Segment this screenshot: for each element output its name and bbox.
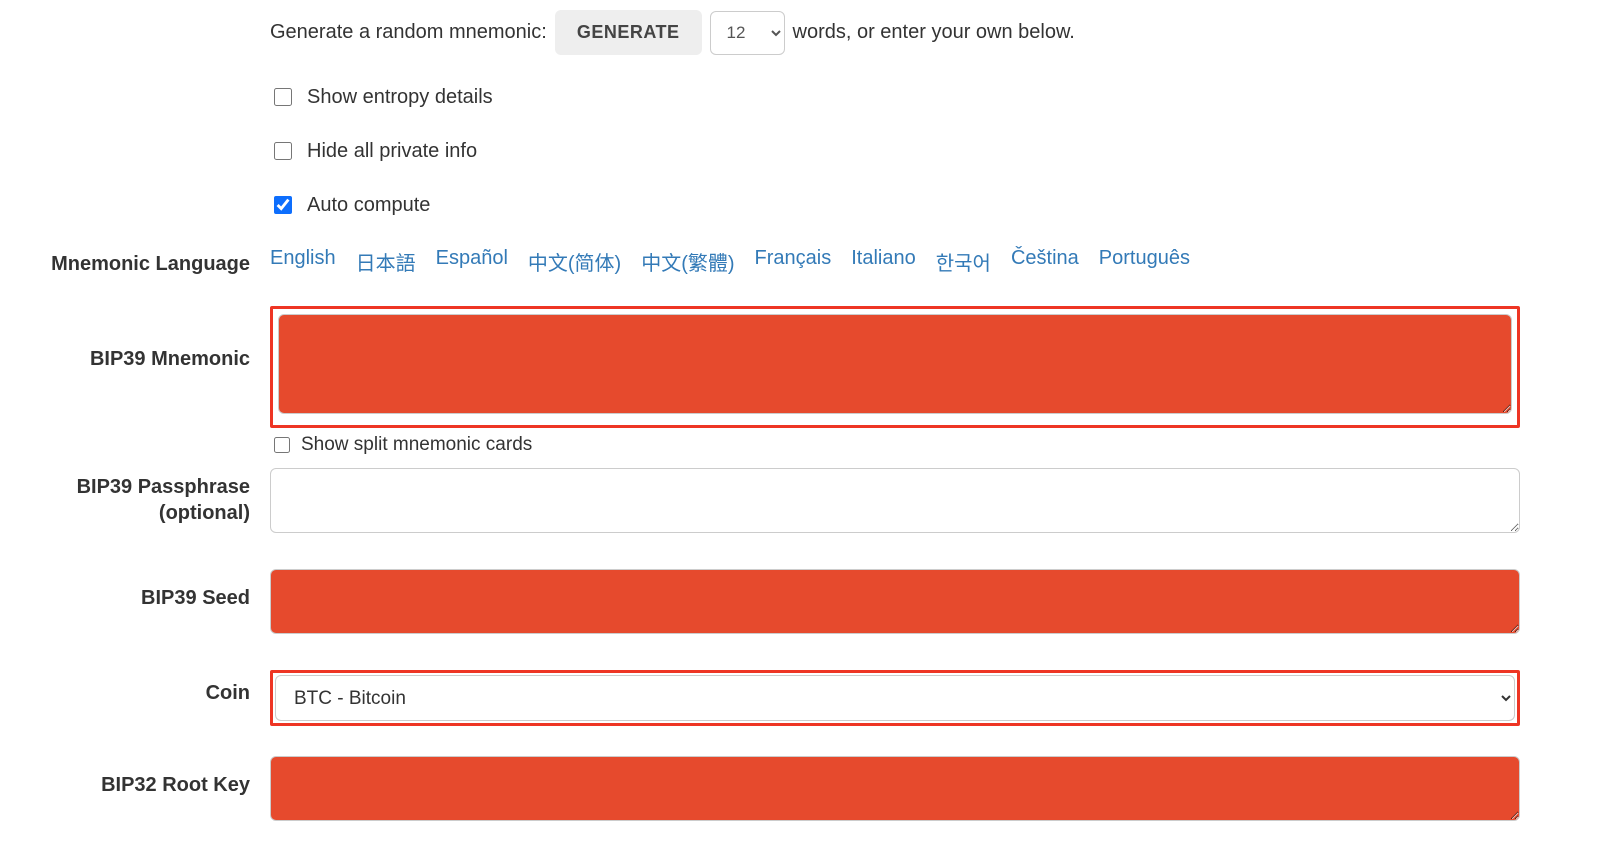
mnemonic-language-label: Mnemonic Language bbox=[40, 247, 270, 276]
language-link[interactable]: 中文(繁體) bbox=[641, 247, 734, 276]
auto-compute-checkbox[interactable] bbox=[274, 196, 292, 214]
language-link[interactable]: Čeština bbox=[1011, 247, 1079, 276]
show-entropy-label[interactable]: Show entropy details bbox=[307, 86, 493, 109]
generate-prefix-text: Generate a random mnemonic: bbox=[270, 21, 547, 44]
language-link[interactable]: English bbox=[270, 247, 336, 276]
word-count-select[interactable]: 12 bbox=[710, 11, 785, 55]
hide-private-label[interactable]: Hide all private info bbox=[307, 140, 477, 163]
language-link[interactable]: Italiano bbox=[851, 247, 916, 276]
generate-suffix-text: words, or enter your own below. bbox=[793, 21, 1075, 44]
generate-row: Generate a random mnemonic: GENERATE 12 … bbox=[270, 10, 1520, 55]
split-cards-checkbox[interactable] bbox=[274, 437, 290, 453]
bip39-mnemonic-input[interactable] bbox=[278, 314, 1512, 414]
generate-button[interactable]: GENERATE bbox=[555, 10, 702, 55]
language-list: English 日本語 Español 中文(简体) 中文(繁體) Français Ita… bbox=[270, 247, 1520, 276]
language-link[interactable]: Français bbox=[755, 247, 832, 276]
split-cards-label[interactable]: Show split mnemonic cards bbox=[301, 434, 532, 456]
language-link[interactable]: 日本語 bbox=[356, 247, 416, 276]
show-entropy-checkbox[interactable] bbox=[274, 88, 292, 106]
mnemonic-highlight bbox=[270, 306, 1520, 428]
language-link[interactable]: Português bbox=[1099, 247, 1190, 276]
hide-private-checkbox[interactable] bbox=[274, 142, 292, 160]
language-link[interactable]: 한국어 bbox=[936, 247, 991, 276]
auto-compute-label[interactable]: Auto compute bbox=[307, 194, 430, 217]
coin-highlight: BTC - Bitcoin bbox=[270, 670, 1520, 726]
language-link[interactable]: 中文(简体) bbox=[528, 247, 621, 276]
coin-select[interactable]: BTC - Bitcoin bbox=[275, 675, 1515, 721]
bip39-passphrase-label: BIP39 Passphrase (optional) bbox=[40, 468, 270, 526]
coin-label: Coin bbox=[40, 670, 270, 705]
bip32-root-key-label: BIP32 Root Key bbox=[40, 756, 270, 797]
bip39-passphrase-input[interactable] bbox=[270, 468, 1520, 533]
bip39-mnemonic-label: BIP39 Mnemonic bbox=[40, 306, 270, 371]
bip32-root-key-input[interactable] bbox=[270, 756, 1520, 821]
bip39-seed-input[interactable] bbox=[270, 569, 1520, 634]
bip39-seed-label: BIP39 Seed bbox=[40, 569, 270, 610]
language-link[interactable]: Español bbox=[436, 247, 508, 276]
